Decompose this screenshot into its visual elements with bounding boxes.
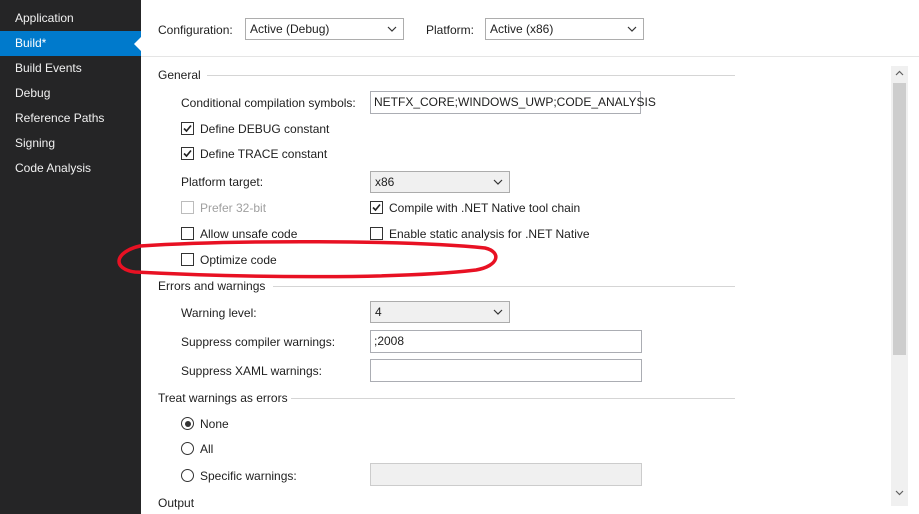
- separator: [141, 56, 919, 57]
- sidebar-item-build[interactable]: Build*: [0, 31, 141, 56]
- define-debug-label[interactable]: Define DEBUG constant: [200, 122, 329, 136]
- treat-specific-label[interactable]: Specific warnings:: [200, 469, 297, 483]
- sidebar-item-reference-paths[interactable]: Reference Paths: [0, 106, 141, 131]
- chevron-down-icon: [627, 26, 637, 32]
- section-divider: [291, 398, 735, 399]
- scrollbar-thumb[interactable]: [893, 83, 906, 355]
- platform-target-dropdown[interactable]: x86: [370, 171, 510, 193]
- chevron-down-icon: [493, 309, 503, 315]
- sidebar-item-debug[interactable]: Debug: [0, 81, 141, 106]
- prefer-32bit-checkbox[interactable]: [181, 201, 194, 214]
- platform-target-label: Platform target:: [181, 175, 264, 189]
- section-divider: [273, 286, 735, 287]
- compile-native-checkbox[interactable]: [370, 201, 383, 214]
- sidebar-item-application[interactable]: Application: [0, 6, 141, 31]
- section-divider: [207, 75, 735, 76]
- sidebar-item-code-analysis[interactable]: Code Analysis: [0, 156, 141, 181]
- specific-warnings-input[interactable]: [370, 463, 642, 486]
- section-treat-warnings-header: Treat warnings as errors: [158, 391, 288, 405]
- check-icon: [183, 124, 192, 133]
- define-trace-checkbox[interactable]: [181, 147, 194, 160]
- treat-none-radio[interactable]: [181, 417, 194, 430]
- suppress-xaml-input[interactable]: [370, 359, 642, 382]
- symbols-input[interactable]: NETFX_CORE;WINDOWS_UWP;CODE_ANALYSIS: [370, 91, 656, 114]
- suppress-compiler-label: Suppress compiler warnings:: [181, 335, 336, 349]
- sidebar-item-build-events[interactable]: Build Events: [0, 56, 141, 81]
- configuration-value: Active (Debug): [250, 22, 330, 36]
- configuration-dropdown[interactable]: Active (Debug): [245, 18, 404, 40]
- compile-native-label[interactable]: Compile with .NET Native tool chain: [389, 201, 580, 215]
- annotation-highlight-ellipse: [117, 239, 498, 279]
- check-icon: [372, 203, 381, 212]
- treat-all-label[interactable]: All: [200, 442, 213, 456]
- treat-none-label[interactable]: None: [200, 417, 229, 431]
- define-trace-label[interactable]: Define TRACE constant: [200, 147, 327, 161]
- platform-dropdown[interactable]: Active (x86): [485, 18, 644, 40]
- suppress-compiler-input[interactable]: ;2008: [370, 330, 642, 353]
- configuration-label: Configuration:: [158, 23, 233, 37]
- selected-dot-icon: [184, 420, 191, 427]
- scroll-down-icon[interactable]: [895, 490, 904, 496]
- platform-value: Active (x86): [490, 22, 554, 36]
- treat-specific-radio[interactable]: [181, 469, 194, 482]
- sidebar-item-signing[interactable]: Signing: [0, 131, 141, 156]
- suppress-xaml-label: Suppress XAML warnings:: [181, 364, 322, 378]
- warning-level-dropdown[interactable]: 4: [370, 301, 510, 323]
- platform-label: Platform:: [426, 23, 475, 37]
- platform-target-value: x86: [375, 175, 395, 189]
- configuration-bar: Configuration: Active (Debug) Platform: …: [141, 0, 919, 56]
- symbols-label: Conditional compilation symbols:: [181, 96, 356, 110]
- warning-level-value: 4: [375, 305, 382, 319]
- scroll-up-icon[interactable]: [895, 70, 904, 76]
- check-icon: [183, 149, 192, 158]
- warning-level-label: Warning level:: [181, 306, 257, 320]
- prefer-32bit-label: Prefer 32-bit: [200, 201, 267, 215]
- chevron-down-icon: [387, 26, 397, 32]
- section-output-header: Output: [158, 496, 195, 510]
- vertical-scrollbar[interactable]: [891, 66, 908, 506]
- chevron-down-icon: [493, 179, 503, 185]
- section-general-header: General: [158, 68, 201, 82]
- treat-all-radio[interactable]: [181, 442, 194, 455]
- define-debug-checkbox[interactable]: [181, 122, 194, 135]
